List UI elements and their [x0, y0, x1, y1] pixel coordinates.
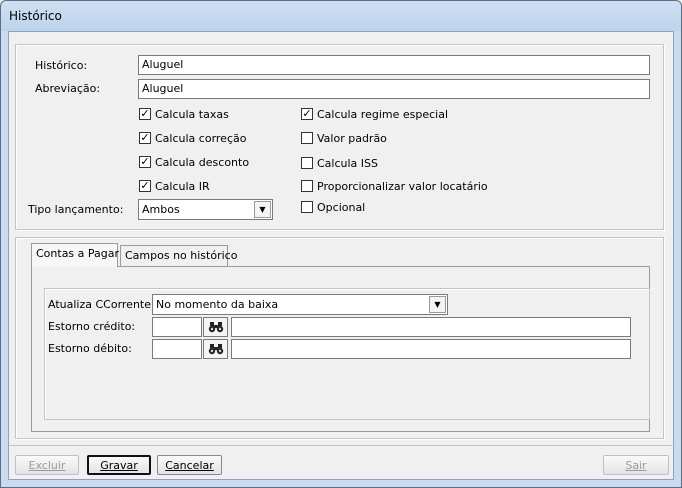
- binoculars-icon: [208, 344, 223, 355]
- proporcionalizar-checkbox[interactable]: Proporcionalizar valor locatário: [301, 179, 488, 193]
- contas-a-pagar-panel: Atualiza CCorrente: No momento da baixa …: [31, 266, 650, 432]
- tabs-group: Contas a Pagar Campos no histórico Atual…: [15, 237, 664, 439]
- checkbox-icon: [301, 132, 313, 144]
- estorno-debito-code-input[interactable]: [152, 339, 202, 359]
- calcula-regime-especial-label: Calcula regime especial: [317, 107, 449, 121]
- atualiza-ccorrente-value: No momento da baixa: [156, 298, 279, 311]
- tipo-lancamento-value: Ambos: [142, 203, 180, 216]
- tipo-lancamento-select[interactable]: Ambos ▼: [138, 199, 273, 220]
- title-bar[interactable]: Histórico: [1, 1, 681, 31]
- cancelar-button[interactable]: Cancelar: [157, 455, 222, 475]
- checkbox-icon: [301, 201, 313, 213]
- estorno-debito-label: Estorno débito:: [48, 342, 132, 355]
- proporcionalizar-label: Proporcionalizar valor locatário: [317, 179, 488, 193]
- gravar-button[interactable]: Gravar: [87, 455, 151, 475]
- excluir-button[interactable]: Excluir: [15, 455, 79, 475]
- calcula-correcao-label: Calcula correção: [155, 131, 247, 145]
- checkbox-icon: ✓: [139, 107, 151, 120]
- checkbox-icon: ✓: [301, 107, 313, 120]
- checkbox-icon: ✓: [139, 155, 151, 168]
- opcional-label: Opcional: [317, 200, 366, 214]
- estorno-credito-search-button[interactable]: [203, 317, 228, 337]
- contas-inner-box: Atualiza CCorrente: No momento da baixa …: [44, 288, 650, 420]
- calcula-taxas-label: Calcula taxas: [155, 107, 229, 121]
- opcional-checkbox[interactable]: Opcional: [301, 200, 365, 214]
- checkbox-icon: [301, 157, 313, 169]
- atualiza-ccorrente-select[interactable]: No momento da baixa ▼: [152, 294, 448, 315]
- tab-contas-a-pagar[interactable]: Contas a Pagar: [31, 243, 119, 267]
- window-title: Histórico: [9, 9, 62, 23]
- atualiza-ccorrente-label: Atualiza CCorrente:: [48, 298, 155, 311]
- button-bar-divider: [9, 445, 675, 446]
- checkbox-icon: [301, 180, 313, 192]
- historico-input[interactable]: Aluguel: [138, 55, 650, 75]
- estorno-debito-search-button[interactable]: [203, 339, 228, 359]
- tipo-lancamento-label: Tipo lançamento:: [28, 203, 124, 216]
- calcula-iss-label: Calcula ISS: [317, 156, 378, 170]
- dropdown-arrow-icon[interactable]: ▼: [429, 296, 446, 313]
- general-group: Histórico: Aluguel Abreviação: Aluguel ✓…: [15, 44, 664, 230]
- dialog-client-area: Histórico: Aluguel Abreviação: Aluguel ✓…: [8, 31, 675, 480]
- abreviacao-label: Abreviação:: [35, 82, 101, 95]
- calcula-ir-checkbox[interactable]: ✓ Calcula IR: [139, 179, 210, 193]
- estorno-credito-code-input[interactable]: [152, 317, 202, 337]
- checkbox-icon: ✓: [139, 179, 151, 192]
- estorno-credito-description-input[interactable]: [231, 317, 631, 337]
- calcula-taxas-checkbox[interactable]: ✓ Calcula taxas: [139, 107, 229, 121]
- estorno-debito-description-input[interactable]: [231, 339, 631, 359]
- tab-campos-no-historico[interactable]: Campos no histórico: [120, 245, 237, 267]
- calcula-desconto-label: Calcula desconto: [155, 155, 250, 169]
- historico-label: Histórico:: [35, 59, 88, 72]
- abreviacao-input[interactable]: Aluguel: [138, 79, 650, 99]
- estorno-credito-label: Estorno crédito:: [48, 320, 136, 333]
- calcula-ir-label: Calcula IR: [155, 179, 210, 193]
- valor-padrao-label: Valor padrão: [317, 131, 387, 145]
- dropdown-arrow-icon[interactable]: ▼: [254, 201, 271, 218]
- historico-window: Histórico Histórico: Aluguel Abreviação:…: [0, 0, 682, 488]
- calcula-regime-especial-checkbox[interactable]: ✓ Calcula regime especial: [301, 107, 448, 121]
- calcula-iss-checkbox[interactable]: Calcula ISS: [301, 156, 378, 170]
- checkbox-icon: ✓: [139, 131, 151, 144]
- valor-padrao-checkbox[interactable]: Valor padrão: [301, 131, 387, 145]
- calcula-correcao-checkbox[interactable]: ✓ Calcula correção: [139, 131, 246, 145]
- sair-button[interactable]: Sair: [603, 455, 669, 475]
- binoculars-icon: [208, 322, 223, 333]
- calcula-desconto-checkbox[interactable]: ✓ Calcula desconto: [139, 155, 249, 169]
